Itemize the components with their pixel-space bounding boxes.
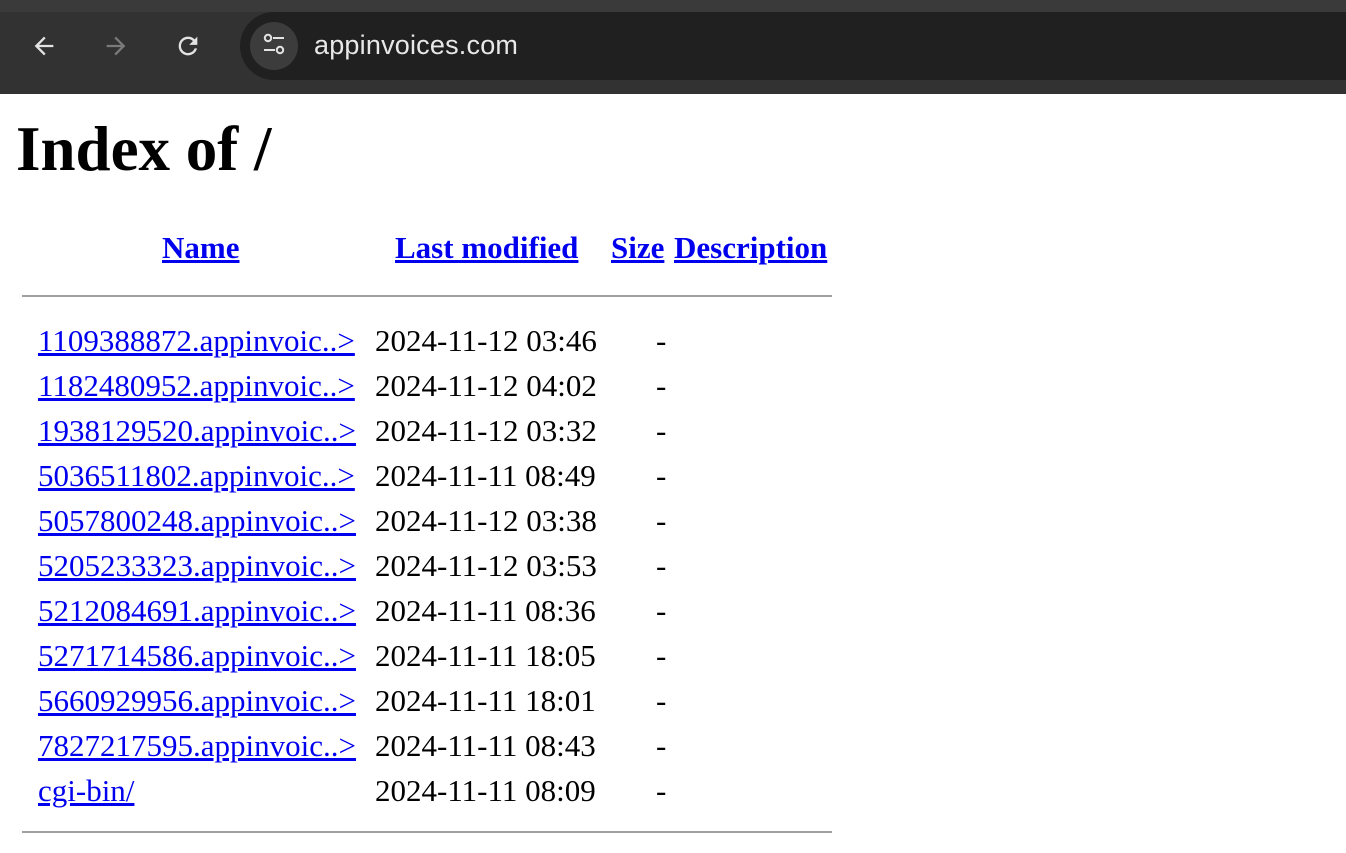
table-row: 5036511802.appinvoic..> 2024-11-11 08:49… (22, 453, 832, 498)
table-row: 5205233323.appinvoic..> 2024-11-12 03:53… (22, 543, 832, 588)
last-modified: 2024-11-12 03:32 (375, 413, 597, 448)
last-modified: 2024-11-11 08:43 (375, 728, 596, 763)
file-size: - (656, 683, 667, 718)
table-row: 1109388872.appinvoic..> 2024-11-12 03:46… (22, 318, 832, 363)
arrow-left-icon (30, 32, 58, 60)
forward-button[interactable] (96, 26, 136, 66)
browser-toolbar: appinvoices.com (0, 0, 1346, 94)
table-row: 5212084691.appinvoic..> 2024-11-11 08:36… (22, 588, 832, 633)
file-link[interactable]: 1182480952.appinvoic..> (38, 363, 355, 408)
reload-button[interactable] (168, 26, 208, 66)
last-modified: 2024-11-11 08:36 (375, 593, 596, 628)
sort-by-last-modified-link[interactable]: Last modified (395, 230, 578, 266)
file-size: - (656, 548, 667, 583)
tune-icon (260, 30, 288, 63)
sort-by-name-link[interactable]: Name (162, 230, 239, 266)
divider (22, 831, 832, 833)
sort-by-size-link[interactable]: Size (611, 230, 664, 266)
arrow-right-icon (102, 32, 130, 60)
last-modified: 2024-11-12 03:46 (375, 323, 597, 358)
table-row: 1938129520.appinvoic..> 2024-11-12 03:32… (22, 408, 832, 453)
page-content: Index of / Name Last modified Size Descr… (0, 94, 1346, 853)
file-link[interactable]: 5057800248.appinvoic..> (38, 498, 356, 543)
table-row: 1182480952.appinvoic..> 2024-11-12 04:02… (22, 363, 832, 408)
file-link[interactable]: 1938129520.appinvoic..> (38, 408, 356, 453)
table-row: cgi-bin/ 2024-11-11 08:09 - (22, 768, 832, 813)
last-modified: 2024-11-11 08:49 (375, 458, 596, 493)
last-modified: 2024-11-11 18:05 (375, 638, 596, 673)
table-row: 7827217595.appinvoic..> 2024-11-11 08:43… (22, 723, 832, 768)
address-bar[interactable]: appinvoices.com (240, 12, 1346, 80)
file-size: - (656, 773, 667, 808)
file-link[interactable]: 1109388872.appinvoic..> (38, 318, 355, 363)
table-row: 5057800248.appinvoic..> 2024-11-12 03:38… (22, 498, 832, 543)
file-size: - (656, 728, 667, 763)
table-header: Name Last modified Size Description (22, 218, 832, 288)
divider (22, 295, 832, 297)
file-link[interactable]: 5036511802.appinvoic..> (38, 453, 355, 498)
last-modified: 2024-11-12 03:38 (375, 503, 597, 538)
file-size: - (656, 593, 667, 628)
last-modified: 2024-11-12 04:02 (375, 368, 597, 403)
site-info-button[interactable] (250, 22, 298, 70)
last-modified: 2024-11-12 03:53 (375, 548, 597, 583)
table-row: 5271714586.appinvoic..> 2024-11-11 18:05… (22, 633, 832, 678)
sort-by-description-link[interactable]: Description (674, 230, 827, 266)
file-size: - (656, 413, 667, 448)
file-link[interactable]: 7827217595.appinvoic..> (38, 723, 356, 768)
page-title: Index of / (16, 114, 272, 184)
file-size: - (656, 368, 667, 403)
directory-link[interactable]: cgi-bin/ (38, 768, 134, 813)
file-size: - (656, 503, 667, 538)
directory-listing: Name Last modified Size Description 1109… (22, 218, 832, 833)
back-button[interactable] (24, 26, 64, 66)
url-text[interactable]: appinvoices.com (314, 30, 518, 61)
file-link[interactable]: 5205233323.appinvoic..> (38, 543, 356, 588)
file-link[interactable]: 5660929956.appinvoic..> (38, 678, 356, 723)
file-size: - (656, 458, 667, 493)
last-modified: 2024-11-11 08:09 (375, 773, 596, 808)
file-link[interactable]: 5271714586.appinvoic..> (38, 633, 356, 678)
table-row: 5660929956.appinvoic..> 2024-11-11 18:01… (22, 678, 832, 723)
file-link[interactable]: 5212084691.appinvoic..> (38, 588, 356, 633)
file-size: - (656, 323, 667, 358)
listing-rows: 1109388872.appinvoic..> 2024-11-12 03:46… (22, 318, 832, 813)
file-size: - (656, 638, 667, 673)
last-modified: 2024-11-11 18:01 (375, 683, 596, 718)
reload-icon (174, 32, 202, 60)
